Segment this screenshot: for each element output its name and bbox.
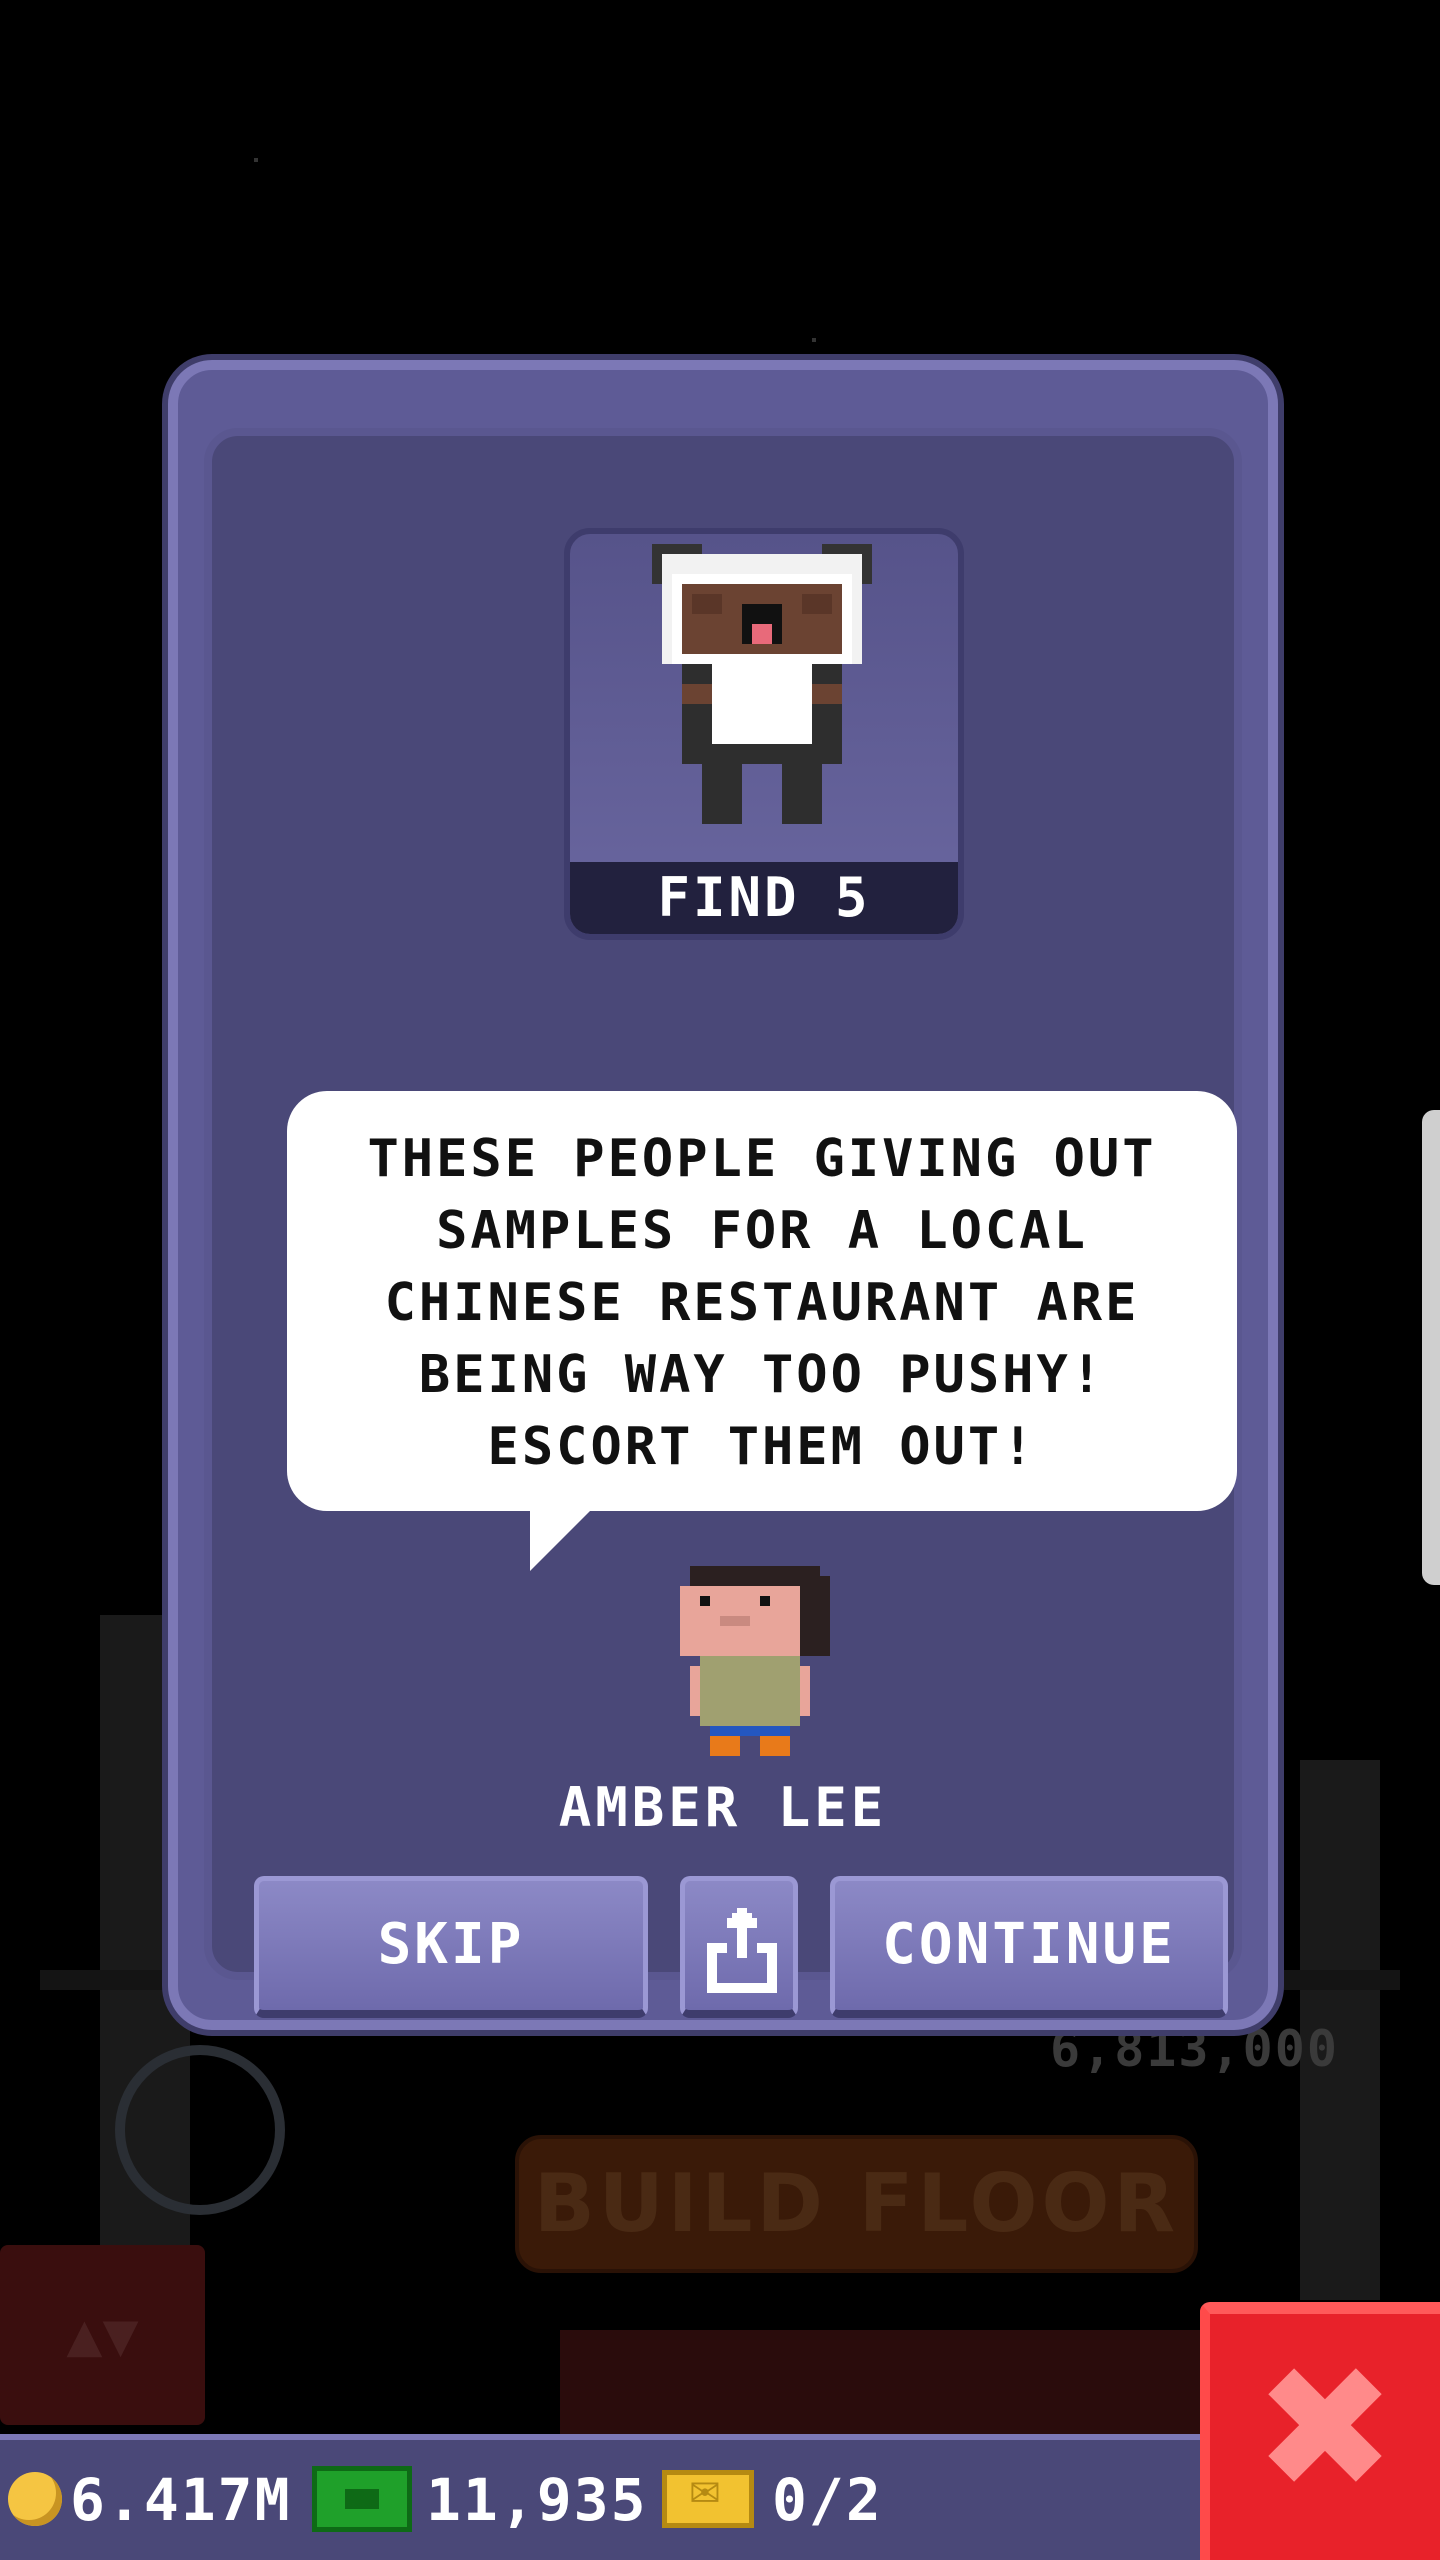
- skip-button[interactable]: SKIP: [254, 1876, 648, 2018]
- background-floor-room: [560, 2330, 1210, 2434]
- speech-bubble-tail: [530, 1511, 590, 1571]
- background-fan-icon: [115, 2045, 285, 2215]
- target-count-label: FIND 5: [570, 862, 958, 934]
- elevator-button: ▲▼: [0, 2245, 205, 2425]
- build-floor-button: BUILD FLOOR: [515, 2135, 1198, 2273]
- mission-dialog: FIND 5 THESE PEOPLE GIVING OUT SAMPLES F…: [168, 360, 1278, 2030]
- mission-dialog-panel: FIND 5 THESE PEOPLE GIVING OUT SAMPLES F…: [204, 428, 1242, 2018]
- mission-description: THESE PEOPLE GIVING OUT SAMPLES FOR A LO…: [367, 1129, 1157, 1477]
- coin-icon: [8, 2472, 62, 2526]
- coins-amount: 6.417M: [70, 2466, 292, 2534]
- ticket-count: 0/2: [772, 2466, 883, 2534]
- close-button[interactable]: ✖: [1200, 2302, 1440, 2560]
- currency-status-bar: 6.417M 11,935 0/2: [0, 2434, 1210, 2560]
- background-star: [254, 158, 258, 162]
- panda-costume-character-icon: [652, 544, 872, 824]
- npc-name: AMBER LEE: [558, 1776, 888, 1839]
- vip-ticket-icon: [662, 2470, 754, 2528]
- background-star: [812, 338, 816, 342]
- speech-bubble: THESE PEOPLE GIVING OUT SAMPLES FOR A LO…: [287, 1091, 1237, 1511]
- edge-panel-handle[interactable]: [1422, 1110, 1440, 1585]
- tower-bux-icon: [312, 2466, 412, 2532]
- npc-amber-lee-avatar: [680, 1566, 830, 1756]
- target-card: FIND 5: [564, 528, 964, 940]
- share-button[interactable]: [680, 1876, 798, 2018]
- bux-amount: 11,935: [426, 2466, 648, 2534]
- share-icon: [707, 1908, 777, 1993]
- continue-button[interactable]: CONTINUE: [830, 1876, 1228, 2018]
